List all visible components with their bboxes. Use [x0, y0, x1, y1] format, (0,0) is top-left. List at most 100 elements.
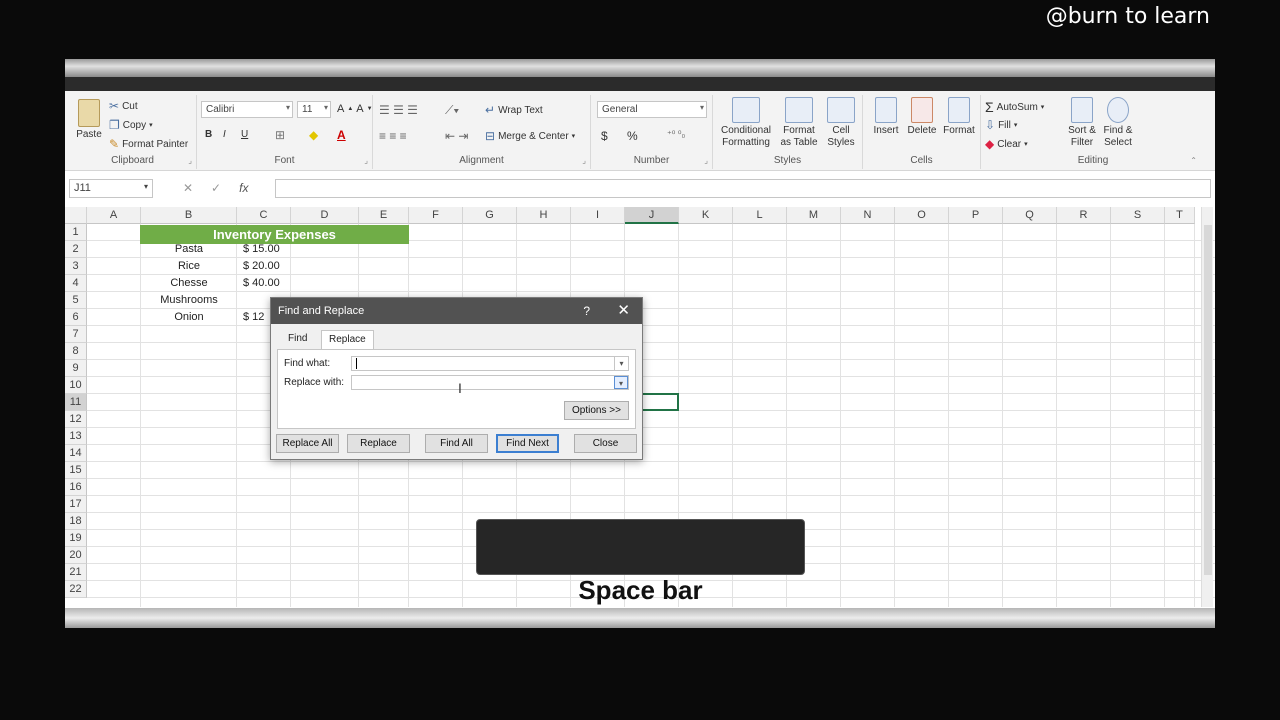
row-header[interactable]: 12: [65, 411, 87, 428]
replace-with-input[interactable]: ▾: [351, 375, 629, 390]
conditional-formatting-button[interactable]: Conditional Formatting: [717, 97, 775, 149]
column-header[interactable]: H: [517, 207, 571, 224]
title-cell[interactable]: Inventory Expenses: [140, 225, 409, 244]
column-header[interactable]: B: [141, 207, 237, 224]
font-name-select[interactable]: Calibri ▾: [201, 101, 293, 118]
column-header[interactable]: M: [787, 207, 841, 224]
column-header[interactable]: D: [291, 207, 359, 224]
delete-button[interactable]: Delete: [905, 97, 939, 136]
column-header[interactable]: N: [841, 207, 895, 224]
row-header[interactable]: 14: [65, 445, 87, 462]
column-header[interactable]: C: [237, 207, 291, 224]
merge-center-button[interactable]: ⊟ Merge & Center ▾: [485, 129, 575, 143]
autosum-button[interactable]: Σ AutoSum ▾: [985, 99, 1044, 115]
item-amount-cell[interactable]: $ 15.00: [243, 243, 280, 255]
select-all-corner[interactable]: [65, 207, 87, 224]
cell-styles-button[interactable]: Cell Styles: [821, 97, 861, 149]
row-header[interactable]: 2: [65, 241, 87, 258]
dialog-launcher-icon[interactable]: ⌟: [582, 156, 586, 165]
tab-replace[interactable]: Replace: [321, 330, 374, 349]
column-header[interactable]: O: [895, 207, 949, 224]
replace-button[interactable]: Replace: [347, 434, 410, 453]
column-header[interactable]: K: [679, 207, 733, 224]
column-header[interactable]: R: [1057, 207, 1111, 224]
row-header[interactable]: 4: [65, 275, 87, 292]
decimal-buttons[interactable]: ⁺⁰ ⁰₀: [667, 129, 685, 140]
formula-bar-buttons[interactable]: ✕✓fx: [183, 181, 248, 195]
borders-button[interactable]: ⊞: [275, 128, 285, 142]
fill-button[interactable]: ⇩ Fill ▾: [985, 118, 1017, 132]
insert-button[interactable]: Insert: [869, 97, 903, 136]
fill-color-button[interactable]: ◆: [309, 128, 318, 142]
name-box[interactable]: J11 ▾: [69, 179, 153, 198]
wrap-text-button[interactable]: ↵ Wrap Text: [485, 103, 543, 117]
dialog-launcher-icon[interactable]: ⌟: [364, 156, 368, 165]
italic-button[interactable]: I: [223, 129, 226, 140]
formula-input[interactable]: [275, 179, 1211, 198]
bold-button[interactable]: B: [205, 129, 212, 140]
scroll-thumb[interactable]: [1204, 225, 1212, 575]
paste-button[interactable]: Paste: [73, 99, 105, 140]
item-name-cell[interactable]: Onion: [141, 311, 237, 323]
row-header[interactable]: 5: [65, 292, 87, 309]
vertical-scrollbar[interactable]: [1201, 207, 1213, 607]
column-header[interactable]: P: [949, 207, 1003, 224]
row-header[interactable]: 19: [65, 530, 87, 547]
find-next-button[interactable]: Find Next: [496, 434, 559, 453]
font-size-select[interactable]: 11 ▾: [297, 101, 331, 118]
sort-filter-button[interactable]: Sort & Filter: [1065, 97, 1099, 149]
find-select-button[interactable]: Find & Select: [1099, 97, 1137, 149]
close-button[interactable]: Close: [574, 434, 637, 453]
format-as-table-button[interactable]: Format as Table: [777, 97, 821, 149]
collapse-ribbon-icon[interactable]: ⌃: [1190, 156, 1197, 165]
row-header[interactable]: 8: [65, 343, 87, 360]
find-all-button[interactable]: Find All: [425, 434, 488, 453]
tab-find[interactable]: Find: [281, 330, 314, 349]
column-header[interactable]: T: [1165, 207, 1195, 224]
row-header[interactable]: 17: [65, 496, 87, 513]
column-header[interactable]: Q: [1003, 207, 1057, 224]
column-header[interactable]: G: [463, 207, 517, 224]
format-painter-button[interactable]: ✎ Format Painter: [109, 137, 188, 151]
help-button[interactable]: ?: [583, 304, 590, 318]
item-amount-cell[interactable]: $ 20.00: [243, 260, 280, 272]
item-name-cell[interactable]: Chesse: [141, 277, 237, 289]
item-amount-cell[interactable]: $ 12: [243, 311, 264, 323]
column-header[interactable]: L: [733, 207, 787, 224]
dialog-launcher-icon[interactable]: ⌟: [188, 156, 192, 165]
chevron-down-icon[interactable]: ▾: [614, 357, 628, 370]
row-header[interactable]: 9: [65, 360, 87, 377]
dialog-launcher-icon[interactable]: ⌟: [704, 156, 708, 165]
clear-button[interactable]: ◆ Clear ▾: [985, 137, 1028, 151]
row-header[interactable]: 13: [65, 428, 87, 445]
row-header[interactable]: 6: [65, 309, 87, 326]
column-header[interactable]: I: [571, 207, 625, 224]
copy-button[interactable]: ❐ Copy ▾: [109, 118, 153, 132]
column-header[interactable]: A: [87, 207, 141, 224]
row-header[interactable]: 1: [65, 224, 87, 241]
column-header[interactable]: E: [359, 207, 409, 224]
row-header[interactable]: 11: [65, 394, 87, 411]
options-button[interactable]: Options >>: [564, 401, 629, 420]
item-amount-cell[interactable]: $ 40.00: [243, 277, 280, 289]
cut-button[interactable]: ✂ Cut: [109, 99, 138, 113]
left-align-button[interactable]: ≡ ≡ ≡: [379, 129, 407, 143]
row-header[interactable]: 18: [65, 513, 87, 530]
row-header[interactable]: 22: [65, 581, 87, 598]
find-what-input[interactable]: ▾: [351, 356, 629, 371]
currency-button[interactable]: $: [601, 129, 608, 143]
item-name-cell[interactable]: Pasta: [141, 243, 237, 255]
row-header[interactable]: 3: [65, 258, 87, 275]
number-format-select[interactable]: General ▾: [597, 101, 707, 118]
top-align-button[interactable]: ☰ ☰ ☰: [379, 103, 418, 117]
item-name-cell[interactable]: Rice: [141, 260, 237, 272]
close-icon[interactable]: ✕: [617, 301, 630, 319]
column-header[interactable]: J: [625, 207, 679, 224]
percent-button[interactable]: %: [627, 129, 638, 143]
underline-button[interactable]: U: [241, 129, 248, 140]
item-name-cell[interactable]: Mushrooms: [141, 294, 237, 306]
indent-button[interactable]: ⇤ ⇥: [445, 129, 468, 143]
font-color-button[interactable]: A: [337, 128, 346, 142]
orientation-button[interactable]: ⟋▾: [445, 103, 459, 118]
chevron-down-icon[interactable]: ▾: [614, 376, 628, 389]
